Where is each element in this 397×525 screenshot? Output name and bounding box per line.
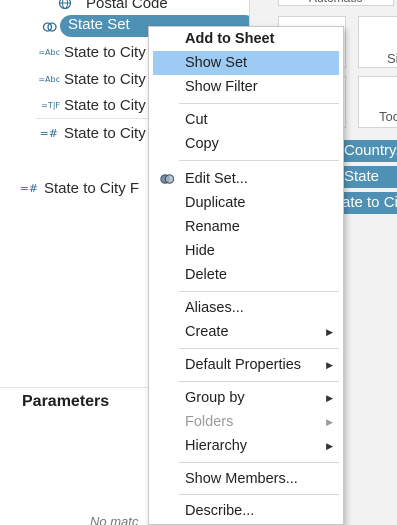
menu-aliases[interactable]: Aliases... — [153, 296, 339, 320]
pill-label: State — [344, 168, 380, 185]
number-icon: =# — [19, 181, 38, 195]
menu-label: Add to Sheet — [185, 31, 275, 47]
menu-separator — [179, 462, 339, 463]
menu-label: Copy — [185, 136, 219, 152]
field-label: State to City — [64, 96, 146, 114]
set-icon — [160, 174, 175, 184]
tooltip-label: Too — [379, 109, 397, 124]
menu-add-to-sheet[interactable]: Add to Sheet — [153, 27, 339, 51]
menu-label: Cut — [185, 112, 208, 128]
shelf-pill-state-to-city[interactable]: ate to Cit — [338, 192, 397, 214]
measure-row[interactable]: =# State to City F — [0, 177, 139, 199]
menu-cut[interactable]: Cut — [153, 108, 339, 132]
menu-label: Describe... — [185, 503, 255, 519]
menu-show-set[interactable]: Show Set — [153, 51, 339, 75]
submenu-arrow-icon: ▶ — [326, 416, 333, 427]
menu-label: Hierarchy — [185, 438, 248, 454]
abc-icon: =Abc — [38, 74, 60, 84]
menu-label: Show Members... — [185, 471, 298, 487]
field-label: State to City — [64, 43, 146, 61]
marks-card-size[interactable]: Si — [358, 16, 397, 68]
menu-separator — [179, 291, 339, 292]
menu-label: Default Properties — [185, 357, 302, 373]
field-label: State to City F — [44, 179, 140, 197]
field-label: State to City — [64, 124, 146, 142]
marks-type-dropdown[interactable]: Automatic — [278, 0, 394, 6]
menu-separator — [179, 381, 339, 382]
no-match-text: No matc — [90, 514, 139, 525]
field-postal-code[interactable]: Postal Code — [58, 0, 168, 14]
menu-separator — [179, 494, 339, 495]
field-row[interactable]: =# State to City — [0, 122, 146, 144]
shelf-pill-country[interactable]: Country, — [338, 140, 397, 162]
menu-separator — [179, 160, 339, 161]
menu-label: Delete — [185, 267, 227, 283]
context-menu: Add to Sheet Show Set Show Filter Cut Co… — [148, 26, 344, 525]
menu-folders: Folders ▶ — [153, 410, 339, 434]
menu-group-by[interactable]: Group by ▶ — [153, 386, 339, 410]
field-row[interactable]: =T|F State to City — [0, 94, 146, 116]
menu-delete[interactable]: Delete — [153, 263, 339, 287]
menu-copy[interactable]: Copy — [153, 132, 339, 156]
menu-label: Aliases... — [185, 300, 244, 316]
state-set-label: State Set — [68, 16, 130, 33]
menu-label: Hide — [185, 243, 215, 259]
menu-separator — [179, 103, 339, 104]
submenu-arrow-icon: ▶ — [326, 326, 333, 337]
menu-label: Edit Set... — [185, 171, 248, 187]
submenu-arrow-icon: ▶ — [326, 440, 333, 451]
field-label: State to City — [64, 70, 146, 88]
menu-label: Folders — [185, 414, 234, 430]
menu-label: Show Set — [185, 55, 248, 71]
pill-label: ate to Cit — [342, 194, 397, 211]
menu-edit-set[interactable]: Edit Set... — [153, 167, 339, 191]
set-icon — [42, 22, 57, 32]
shelf-pill-state[interactable]: State — [338, 166, 397, 188]
globe-icon — [58, 0, 72, 10]
submenu-arrow-icon: ▶ — [326, 392, 333, 403]
menu-hierarchy[interactable]: Hierarchy ▶ — [153, 434, 339, 458]
pill-label: Country, — [344, 142, 397, 159]
menu-show-members[interactable]: Show Members... — [153, 467, 339, 491]
menu-label: Rename — [185, 219, 240, 235]
menu-separator — [179, 348, 339, 349]
menu-duplicate[interactable]: Duplicate — [153, 191, 339, 215]
menu-label: Duplicate — [185, 195, 246, 211]
marks-type-label: Automatic — [309, 0, 362, 5]
menu-show-filter[interactable]: Show Filter — [153, 75, 339, 99]
field-label: Postal Code — [86, 0, 168, 12]
submenu-arrow-icon: ▶ — [326, 359, 333, 370]
marks-card-tooltip[interactable]: Too — [358, 76, 397, 128]
menu-label: Show Filter — [185, 79, 258, 95]
size-label: Si — [387, 51, 397, 66]
menu-describe[interactable]: Describe... — [153, 499, 339, 523]
menu-hide[interactable]: Hide — [153, 239, 339, 263]
menu-label: Create — [185, 324, 229, 340]
abc-icon: =Abc — [38, 47, 60, 57]
menu-rename[interactable]: Rename — [153, 215, 339, 239]
number-icon: =# — [39, 126, 58, 140]
field-row[interactable]: =Abc State to City — [0, 41, 146, 63]
parameters-heading: Parameters — [22, 393, 110, 410]
menu-create[interactable]: Create ▶ — [153, 320, 339, 344]
menu-label: Group by — [185, 390, 245, 406]
boolean-icon: =T|F — [41, 100, 60, 110]
field-row[interactable]: =Abc State to City — [0, 68, 146, 90]
menu-default-properties[interactable]: Default Properties ▶ — [153, 353, 339, 377]
